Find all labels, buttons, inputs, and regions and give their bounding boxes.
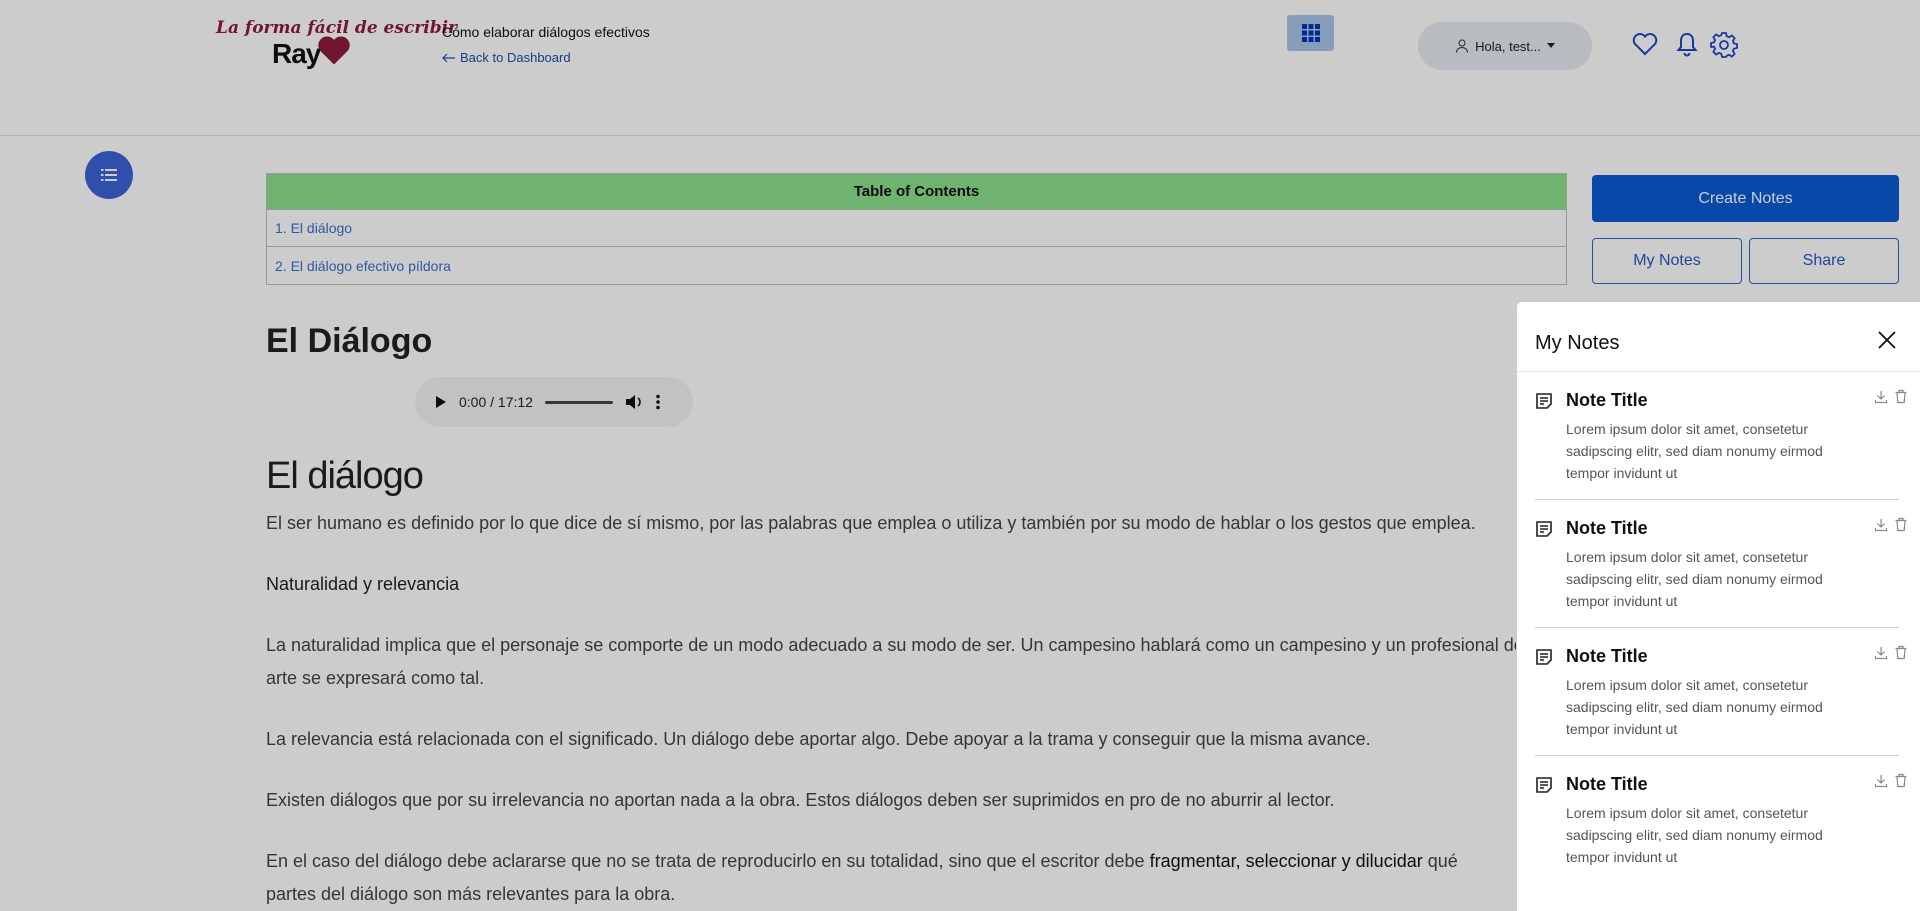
trash-icon[interactable]	[1894, 517, 1908, 532]
download-icon[interactable]	[1874, 646, 1888, 660]
download-icon[interactable]	[1874, 390, 1888, 404]
download-icon[interactable]	[1874, 774, 1888, 788]
trash-icon[interactable]	[1894, 645, 1908, 660]
note-body: Lorem ipsum dolor sit amet, consetetur s…	[1566, 421, 1823, 481]
notes-panel-title: My Notes	[1535, 332, 1620, 354]
download-icon[interactable]	[1874, 518, 1888, 532]
note-icon	[1536, 393, 1552, 409]
my-notes-panel: My Notes Note Title Lorem ipsum dolor si…	[1517, 302, 1920, 911]
note-body: Lorem ipsum dolor sit amet, consetetur s…	[1566, 805, 1823, 865]
note-body: Lorem ipsum dolor sit amet, consetetur s…	[1566, 677, 1823, 737]
note-item[interactable]: Note Title Lorem ipsum dolor sit amet, c…	[1535, 500, 1907, 628]
trash-icon[interactable]	[1894, 773, 1908, 788]
note-icon	[1536, 521, 1552, 537]
note-body: Lorem ipsum dolor sit amet, consetetur s…	[1566, 549, 1823, 609]
note-item[interactable]: Note Title Lorem ipsum dolor sit amet, c…	[1535, 756, 1907, 884]
trash-icon[interactable]	[1894, 389, 1908, 404]
note-title: Note Title	[1566, 774, 1648, 794]
note-title: Note Title	[1566, 646, 1648, 666]
note-title: Note Title	[1566, 518, 1648, 538]
close-icon[interactable]	[1877, 330, 1897, 350]
note-item[interactable]: Note Title Lorem ipsum dolor sit amet, c…	[1535, 372, 1907, 500]
note-icon	[1536, 649, 1552, 665]
note-title: Note Title	[1566, 390, 1648, 410]
note-item[interactable]: Note Title Lorem ipsum dolor sit amet, c…	[1535, 628, 1907, 756]
note-icon	[1536, 777, 1552, 793]
